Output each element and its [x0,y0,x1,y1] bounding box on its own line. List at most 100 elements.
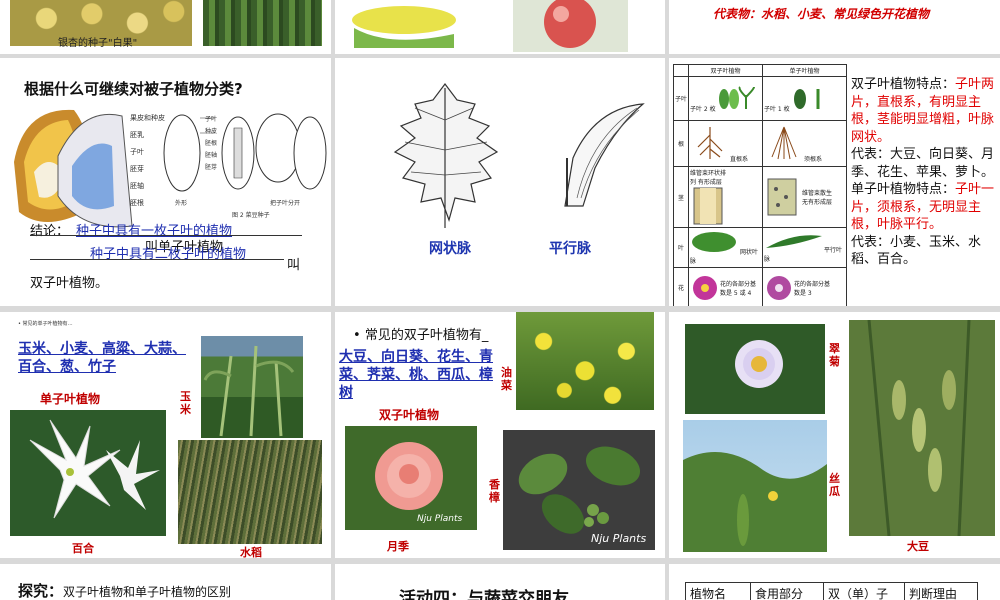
dicot-representatives: 代表：大豆、向日葵、月季、花生、苹果、萝卜。 [851,147,995,180]
bean-label: 胚根 [205,140,218,147]
daisy-flower-icon [735,340,783,388]
slide-corn-apple[interactable] [335,0,665,54]
bean-labels: 子叶 种皮 胚根 胚轴 胚芽 [205,114,217,174]
cell-monocot-flower: 花的各部分基数是 3 [762,267,847,306]
row-stem: 茎 [673,166,689,228]
slide-representatives[interactable]: 代表物：水稻、小麦、常见绿色开花植物 [669,0,1000,54]
header-plant-name: 植物名 [685,582,751,600]
taproot-icon [697,126,723,159]
cell-dicot-stem: 维管束环状排列 有形成层 [688,166,763,228]
soybean-label: 大豆 [907,540,929,553]
daisy-photo [685,324,825,414]
representatives-text: 代表物：水稻、小麦、常见绿色开花植物 [713,7,930,21]
header-type: 双（单）子 [823,582,905,600]
loofah-vine-icon [683,452,827,552]
col-dicot: 双子叶植物 [688,64,763,77]
cell-monocot-root: 须根系 [762,120,847,167]
bean-label: 胚轴 [205,152,218,159]
cell-text: 花的各部分基数是 3 [794,280,831,297]
rice-label: 水稻 [240,546,262,558]
vegetable-table: 植物名 食用部分 双（单）子 判断理由 [685,582,978,600]
two-leaf-seedling-icon [718,85,755,109]
cell-monocot-cotyledon: 子叶 1 枚 [762,76,847,121]
soybean-photo [849,320,995,536]
slide-leaf-veins[interactable]: 网状脉 平行脉 [335,58,665,306]
ginkgo-caption: 银杏的种子"白果" [58,38,138,49]
cell-text: 直根系 [730,155,749,163]
lily-photo [10,410,166,536]
slide-monocots[interactable]: • 常见的单子叶植物有… 玉米、小麦、高粱、大蒜、百合、葱、竹子 单子叶植物 玉… [0,312,331,558]
cell-text: 维管束散生 无有形成层 [802,190,833,206]
conclusion-label: 结论： [30,224,70,239]
row-leaf: 叶 [673,227,689,268]
explore-label: 探究： [18,582,64,600]
slide-activity[interactable]: 活动四：与蔬菜交朋友 [335,564,665,600]
cell-text: 子叶 1 枚 [764,105,790,113]
corn-seed-section-diagram [57,113,133,228]
lily-label: 百合 [72,542,94,555]
corn-photo [352,6,456,48]
slide-vegetable-table[interactable]: 植物名 食用部分 双（单）子 判断理由 [669,564,1000,600]
corn-stalk-icon [203,345,295,437]
rose-watermark: Nju Plants [417,514,463,524]
header-reason: 判断理由 [904,582,978,600]
parallel-vein-leaf-drawing [564,103,645,207]
cell-dicot-flower: 花的各部分基数是 5 或 4 [688,267,763,306]
rapeseed-photo [516,312,654,410]
camphor-watermark: Nju Plants [591,532,647,545]
net-vein-label: 网状脉 [429,241,471,257]
monocot-representatives: 代表：小麦、玉米、水稻、百合。 [851,234,982,268]
monocot-title: 单子叶植物 [40,392,101,406]
dicot-bullet: • 常见的双子叶植物有_ [353,328,489,343]
explore-text: 探究：双子叶植物和单子叶植物的区别 [18,580,231,600]
slide-dicots[interactable]: • 常见的双子叶植物有_ 大豆、向日葵、花生、青菜、荠菜、桃、西瓜、樟树 双子叶… [335,312,665,558]
slide-classify-question[interactable]: 根据什么可继续对被子植物分类? 果皮和种皮 胚乳 子叶 胚芽 胚轴 胚根 子叶 … [0,58,331,306]
cell-text: 子叶 2 枚 [690,105,716,113]
conclusion-text-dicot: 双子叶植物。 [30,276,109,291]
classify-question: 根据什么可继续对被子植物分类? [24,80,243,98]
corn-field-photo [201,336,303,438]
compare-table: 双子叶植物 单子叶植物 子叶 子叶 2 枚 子叶 1 枚 根 直根系 须根系 茎… [673,64,847,306]
slide-ginkgo[interactable]: 银杏的种子"白果" [0,0,331,54]
col-monocot: 单子叶植物 [762,64,847,77]
loofah-photo [683,420,827,552]
bean-label: 种皮 [205,128,218,135]
parallel-leaf-icon [766,235,822,248]
dicot-bullet-text: 常见的双子叶植物有 [364,328,482,343]
camphor-label: 香樟 [489,478,500,504]
bean-label: 子叶 [205,116,218,123]
stem-scatter-icon [767,178,797,216]
dicot-feature-label: 双子叶植物特点： [851,77,956,92]
dicot-list: 大豆、向日葵、花生、青菜、荠菜、桃、西瓜、樟树 [339,349,493,401]
row-cotyledon: 子叶 [673,76,689,121]
slide-explore[interactable]: 探究：双子叶植物和单子叶植物的区别 [0,564,331,600]
rose-photo: Nju Plants [345,426,477,530]
slide-plant-photos[interactable]: 翠菊 丝瓜 大豆 [669,312,1000,558]
monocot-feature-label: 单子叶植物特点： [851,182,956,197]
loofah-label: 丝瓜 [829,472,840,498]
explore-topic: 双子叶植物和单子叶植物的区别 [63,585,232,599]
stem-ring-icon [693,187,723,225]
cell-monocot-stem: 维管束散生 无有形成层 [762,166,847,228]
compare-notes: 双子叶植物特点：子叶两片，直根系，有明显主根，茎能明显增粗，叶脉网状。 代表：大… [851,76,997,269]
rose-label: 月季 [387,540,409,553]
cell-dicot-cotyledon: 子叶 2 枚 [688,76,763,121]
row-root: 根 [673,120,689,167]
soybean-pods-icon [867,320,971,536]
apple-photo [513,0,628,52]
parallel-vein-label: 平行脉 [549,241,591,257]
one-leaf-seedling-icon [793,88,820,109]
header-edible-part: 食用部分 [750,582,824,600]
row-flower: 花 [673,267,689,306]
ginkgo-trees-photo [203,0,322,46]
bean-caption-split: 把子叶分开 [270,200,301,207]
slide-compare-table[interactable]: 双子叶植物 单子叶植物 子叶 子叶 2 枚 子叶 1 枚 根 直根系 须根系 茎… [669,58,1000,306]
cell-dicot-root: 直根系 [688,120,763,167]
corner-cell [673,64,689,77]
lily-flower-icon [29,419,160,519]
rice-field-photo [178,440,322,544]
bean-label: 胚芽 [205,164,218,171]
cell-dicot-leaf: 网状叶脉 [688,227,763,268]
rapeseed-label: 油菜 [501,366,512,392]
bean-caption-figure: 图 2 菜豆种子 [232,212,270,219]
